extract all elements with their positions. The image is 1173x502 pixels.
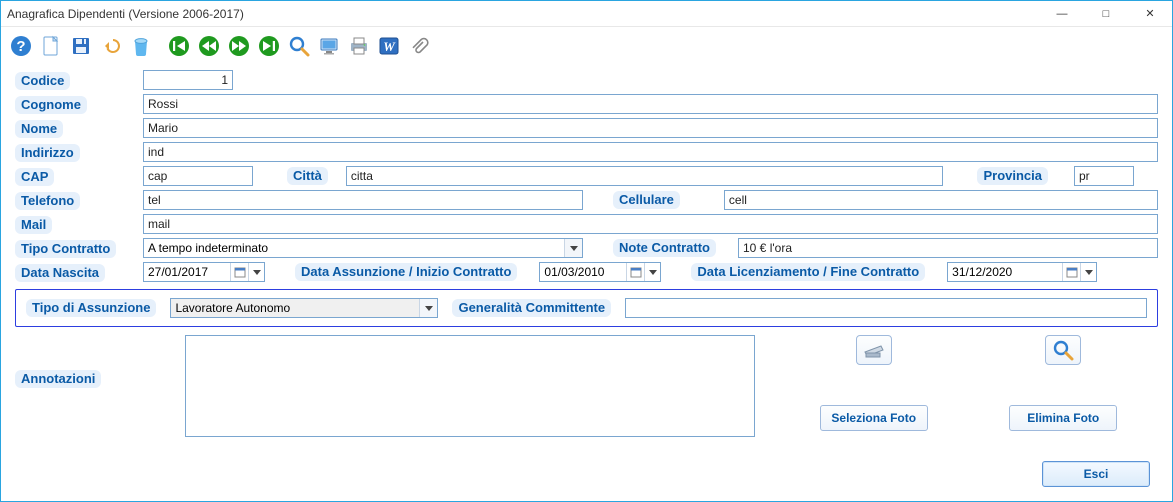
- label-tipo-assunzione: Tipo di Assunzione: [26, 299, 156, 317]
- data-nascita-field[interactable]: 27/01/2017: [143, 262, 265, 282]
- label-citta: Città: [287, 167, 328, 185]
- svg-text:?: ?: [16, 38, 25, 55]
- label-mail: Mail: [15, 216, 52, 234]
- chevron-down-icon[interactable]: [419, 299, 437, 317]
- nome-field[interactable]: [143, 118, 1158, 138]
- save-icon[interactable]: [67, 32, 95, 60]
- calendar-icon[interactable]: [626, 263, 644, 281]
- help-icon[interactable]: ?: [7, 32, 35, 60]
- label-provincia: Provincia: [977, 167, 1048, 185]
- label-tipo-contratto: Tipo Contratto: [15, 240, 116, 258]
- label-data-licenziamento: Data Licenziamento / Fine Contratto: [691, 263, 925, 281]
- delete-icon[interactable]: [127, 32, 155, 60]
- label-nome: Nome: [15, 120, 63, 138]
- chevron-down-icon[interactable]: [248, 263, 264, 281]
- generalita-committente-field[interactable]: [625, 298, 1147, 318]
- label-telefono: Telefono: [15, 192, 80, 210]
- note-contratto-field[interactable]: [738, 238, 1158, 258]
- title-bar: Anagrafica Dipendenti (Versione 2006-201…: [1, 1, 1172, 27]
- monitor-icon[interactable]: [315, 32, 343, 60]
- first-icon[interactable]: [165, 32, 193, 60]
- indirizzo-field[interactable]: [143, 142, 1158, 162]
- tipo-assunzione-value: Lavoratore Autonomo: [171, 301, 419, 315]
- data-licenziamento-field[interactable]: 31/12/2020: [947, 262, 1097, 282]
- tipo-contratto-value: A tempo indeterminato: [144, 241, 564, 255]
- calendar-icon[interactable]: [230, 263, 248, 281]
- annotazioni-field[interactable]: [185, 335, 755, 437]
- svg-text:W: W: [383, 39, 396, 54]
- telefono-field[interactable]: [143, 190, 583, 210]
- chevron-down-icon[interactable]: [1080, 263, 1096, 281]
- label-data-nascita: Data Nascita: [15, 264, 105, 282]
- label-note-contratto: Note Contratto: [613, 239, 716, 257]
- new-icon[interactable]: [37, 32, 65, 60]
- citta-field[interactable]: [346, 166, 944, 186]
- tipo-assunzione-combo[interactable]: Lavoratore Autonomo: [170, 298, 438, 318]
- chevron-down-icon[interactable]: [644, 263, 660, 281]
- maximize-button[interactable]: □: [1084, 1, 1128, 27]
- word-icon[interactable]: W: [375, 32, 403, 60]
- form: Codice Cognome Nome Indirizzo CAP Città …: [1, 61, 1172, 437]
- scanner-icon-button[interactable]: [856, 335, 892, 365]
- cap-field[interactable]: [143, 166, 253, 186]
- label-codice: Codice: [15, 72, 70, 90]
- search-icon[interactable]: [285, 32, 313, 60]
- codice-field[interactable]: [143, 70, 233, 90]
- label-annotazioni: Annotazioni: [15, 370, 101, 388]
- prev-icon[interactable]: [195, 32, 223, 60]
- close-button[interactable]: ✕: [1128, 1, 1172, 27]
- chevron-down-icon[interactable]: [564, 239, 582, 257]
- label-generalita-committente: Generalità Committente: [452, 299, 611, 317]
- next-icon[interactable]: [225, 32, 253, 60]
- tipo-contratto-combo[interactable]: A tempo indeterminato: [143, 238, 583, 258]
- toolbar: ? W: [1, 27, 1172, 61]
- last-icon[interactable]: [255, 32, 283, 60]
- cellulare-field[interactable]: [724, 190, 1158, 210]
- esci-button[interactable]: Esci: [1042, 461, 1150, 487]
- undo-icon[interactable]: [97, 32, 125, 60]
- attach-icon[interactable]: [405, 32, 433, 60]
- calendar-icon[interactable]: [1062, 263, 1080, 281]
- provincia-field[interactable]: [1074, 166, 1134, 186]
- label-cap: CAP: [15, 168, 54, 186]
- data-assunzione-field[interactable]: 01/03/2010: [539, 262, 661, 282]
- label-cognome: Cognome: [15, 96, 87, 114]
- mail-field[interactable]: [143, 214, 1158, 234]
- seleziona-foto-button[interactable]: Seleziona Foto: [820, 405, 928, 431]
- label-data-assunzione: Data Assunzione / Inizio Contratto: [295, 263, 517, 281]
- print-icon[interactable]: [345, 32, 373, 60]
- elimina-foto-button[interactable]: Elimina Foto: [1009, 405, 1117, 431]
- label-cellulare: Cellulare: [613, 191, 680, 209]
- label-indirizzo: Indirizzo: [15, 144, 80, 162]
- window-title: Anagrafica Dipendenti (Versione 2006-201…: [7, 7, 244, 21]
- zoom-icon-button[interactable]: [1045, 335, 1081, 365]
- minimize-button[interactable]: —: [1040, 1, 1084, 27]
- cognome-field[interactable]: [143, 94, 1158, 114]
- assunzione-group: Tipo di Assunzione Lavoratore Autonomo G…: [15, 289, 1158, 327]
